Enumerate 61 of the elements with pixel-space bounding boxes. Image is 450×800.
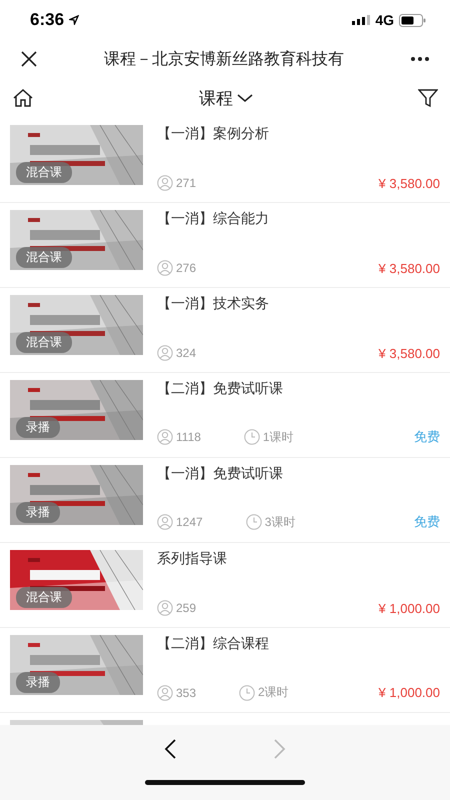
window-title: 课程－北京安博新丝路教育科技有 [103,48,345,70]
user-icon [157,345,173,361]
user-icon [157,684,173,700]
course-item[interactable]: 混合课 【一消】案例分析 271 ¥ 3,580.00 [0,118,450,203]
user-icon [157,514,173,530]
course-item[interactable]: 录播 【一消】免费试听课 1247 3课时 免费 [0,458,450,543]
student-count: 324 [176,346,196,360]
course-item[interactable]: 录播 【二消】免费试听课 1118 1课时 免费 [0,373,450,458]
user-icon [157,175,173,191]
course-title: 【二消】免费试听课 [157,380,284,398]
more-icon[interactable] [410,56,430,62]
course-type-tag: 混合课 [16,162,72,183]
student-count: 1118 [176,430,201,444]
clock-icon [239,684,256,700]
course-price: ¥ 3,580.00 [378,260,440,276]
status-time: 6:36 [30,10,64,30]
course-title: 【二消】综合课程 [157,635,270,653]
lesson-count: 3课时 [264,514,296,530]
user-icon [157,260,173,276]
course-type-tag: 混合课 [16,587,72,608]
course-type-tag: 录播 [16,417,60,438]
course-title: 系列指导课 [157,550,228,568]
course-item[interactable]: 混合课 【一消】技术实务 324 ¥ 3,580.00 [0,288,450,373]
location-icon [69,15,80,25]
course-price: ¥ 3,580.00 [378,176,440,190]
back-icon[interactable] [163,738,177,760]
course-item[interactable]: 混合课 【一消】综合能力 276 ¥ 3,580.00 [0,203,450,288]
course-item[interactable]: 混合课 系列指导课 259 ¥ 1,000.00 [0,543,450,628]
filter-icon[interactable] [418,88,438,108]
clock-icon [246,514,262,530]
lesson-count: 1课时 [262,428,294,446]
course-type-tag: 混合课 [16,332,72,353]
student-count: 271 [176,176,196,190]
course-price: ¥ 1,000.00 [378,685,440,700]
course-type-tag: 录播 [16,672,60,693]
course-price: 免费 [414,428,440,446]
user-icon [157,429,173,445]
course-title: 【一消】免费试听课 [157,465,284,483]
home-icon[interactable] [12,88,34,108]
signal-icon [352,15,370,25]
course-title: 【一消】综合能力 [157,210,270,228]
clock-icon [244,429,260,445]
student-count: 276 [176,261,196,275]
category-dropdown[interactable]: 课程 [199,86,253,110]
lesson-count: 2课时 [258,684,289,701]
close-icon[interactable] [20,50,38,68]
course-price: ¥ 3,580.00 [378,346,440,360]
course-type-tag: 录播 [16,502,60,523]
chevron-down-icon [237,93,253,103]
course-item[interactable]: 录播 【二消】综合课程 353 2课时 ¥ 1,000.00 [0,628,450,713]
user-icon [157,600,173,616]
battery-icon [399,14,426,26]
course-price: ¥ 1,000.00 [378,600,440,616]
student-count: 1247 [176,515,203,529]
course-price: 免费 [414,513,440,531]
student-count: 353 [176,686,196,700]
course-title: 【一消】案例分析 [157,125,270,143]
student-count: 259 [176,601,196,615]
course-type-tag: 混合课 [16,247,72,268]
course-title: 【一消】技术实务 [157,295,270,313]
network-type: 4G [375,12,394,28]
